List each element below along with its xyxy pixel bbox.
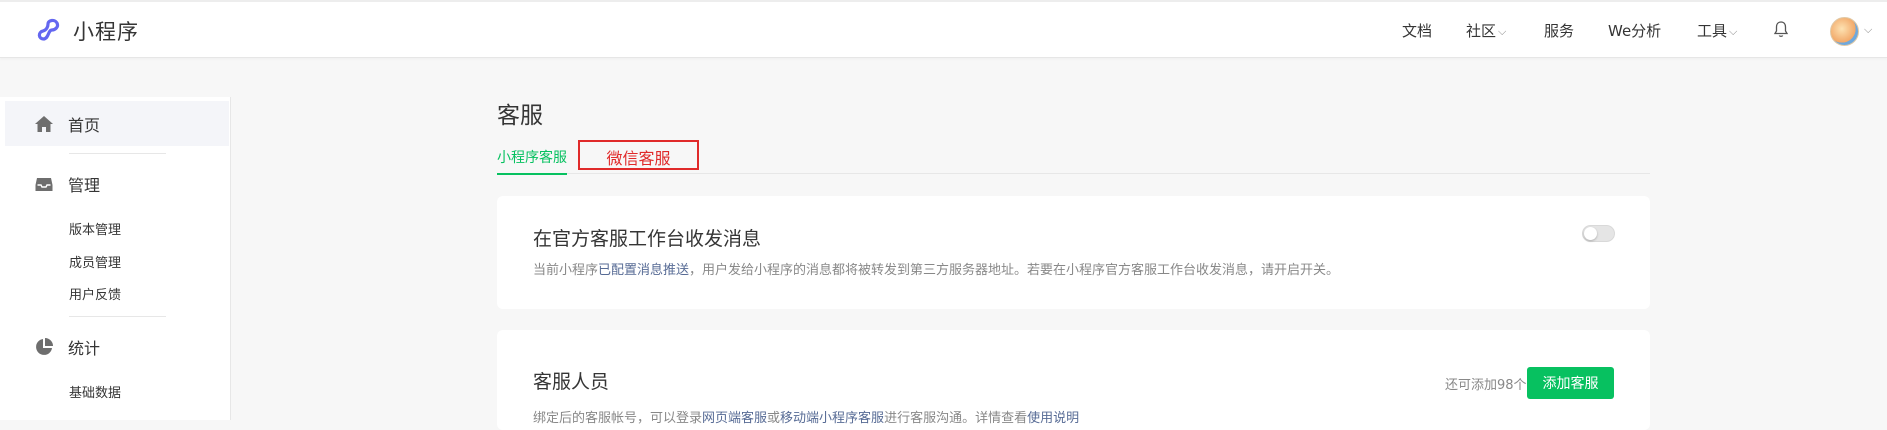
- sidebar-item-label: 管理: [68, 176, 101, 195]
- sidebar-subitem-feedback[interactable]: 用户反馈: [69, 284, 121, 303]
- nav-service[interactable]: 服务: [1544, 20, 1574, 41]
- nav-we-analysis[interactable]: We分析: [1608, 20, 1661, 41]
- mobile-service-link[interactable]: 移动端小程序客服: [780, 411, 884, 426]
- miniprogram-logo-icon: [37, 18, 60, 41]
- desc-text: 当前小程序: [533, 263, 599, 278]
- bell-icon[interactable]: [1773, 20, 1789, 38]
- inbox-icon: [35, 178, 53, 191]
- desc-text: 或: [767, 411, 781, 426]
- home-icon: [35, 116, 53, 132]
- card-title: 客服人员: [533, 371, 610, 393]
- nav-tools-label: 工具: [1697, 22, 1728, 40]
- logo[interactable]: 小程序: [35, 16, 139, 46]
- desc-text: ，用户发给小程序的消息都将被转发到第三方服务器地址。若要在小程序官方客服工作台收…: [689, 263, 1340, 278]
- desc-text: 进行客服沟通。详情查看: [884, 411, 1028, 426]
- sidebar-item-label: 统计: [68, 339, 101, 358]
- top-border: [0, 0, 1887, 2]
- sidebar-item-stats[interactable]: 统计: [34, 335, 100, 359]
- usage-guide-link[interactable]: 使用说明: [1027, 411, 1079, 426]
- sidebar-subitem-basic-data[interactable]: 基础数据: [69, 382, 121, 401]
- nav-docs[interactable]: 文档: [1402, 20, 1432, 41]
- sidebar: 首页 管理 版本管理 成员管理 用户反馈 统计 基础数据: [0, 97, 231, 420]
- tab-miniprogram-service[interactable]: 小程序客服: [497, 147, 567, 175]
- sidebar-subitem-members[interactable]: 成员管理: [69, 252, 121, 271]
- top-bar: 小程序 文档 社区 ⌵ 服务 We分析 工具 ⌵ ⌵: [0, 0, 1887, 58]
- quota-text: 还可添加98个: [1445, 378, 1527, 393]
- desc-text: 绑定后的客服帐号，可以登录: [533, 411, 703, 426]
- card-description: 当前小程序已配置消息推送，用户发给小程序的消息都将被转发到第三方服务器地址。若要…: [533, 259, 1339, 278]
- sidebar-item-home[interactable]: 首页: [34, 112, 100, 136]
- card-title: 在官方客服工作台收发消息: [533, 228, 762, 250]
- sidebar-subitem-version[interactable]: 版本管理: [69, 219, 121, 238]
- chevron-down-icon: ⌵: [1498, 25, 1507, 38]
- service-staff-card: 客服人员 绑定后的客服帐号，可以登录网页端客服或移动端小程序客服进行客服沟通。详…: [497, 330, 1650, 430]
- pie-chart-icon: [36, 338, 53, 355]
- divider: [69, 316, 166, 317]
- add-service-button[interactable]: 添加客服: [1527, 367, 1614, 399]
- chevron-down-icon[interactable]: ⌵: [1864, 23, 1872, 37]
- nav-tools[interactable]: 工具 ⌵: [1697, 20, 1737, 41]
- avatar[interactable]: [1830, 17, 1859, 46]
- message-workbench-card: 在官方客服工作台收发消息 当前小程序已配置消息推送，用户发给小程序的消息都将被转…: [497, 196, 1650, 309]
- toggle-knob: [1584, 227, 1597, 240]
- chevron-down-icon: ⌵: [1729, 25, 1738, 38]
- app-title: 小程序: [73, 20, 139, 44]
- push-config-link[interactable]: 已配置消息推送: [598, 263, 689, 278]
- web-service-link[interactable]: 网页端客服: [702, 411, 767, 426]
- page-title: 客服: [497, 103, 543, 129]
- tab-bar: 小程序客服 微信客服: [497, 140, 1650, 175]
- sidebar-item-label: 首页: [68, 116, 101, 135]
- card-description: 绑定后的客服帐号，可以登录网页端客服或移动端小程序客服进行客服沟通。详情查看使用…: [533, 407, 1079, 426]
- sidebar-item-manage[interactable]: 管理: [34, 172, 100, 196]
- divider: [69, 153, 166, 154]
- tab-wechat-service[interactable]: 微信客服: [578, 140, 699, 170]
- nav-community[interactable]: 社区 ⌵: [1466, 20, 1506, 41]
- nav-community-label: 社区: [1466, 22, 1497, 40]
- workbench-toggle[interactable]: [1582, 225, 1615, 242]
